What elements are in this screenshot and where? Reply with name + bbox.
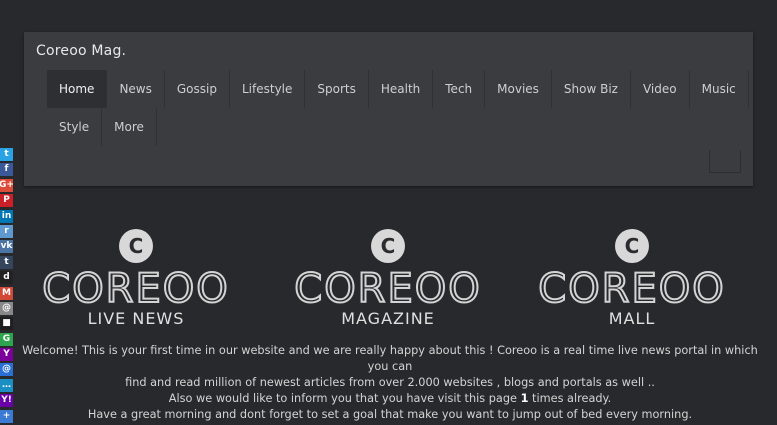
logo-mark: C	[128, 234, 144, 258]
linkedin-icon[interactable]: in	[0, 209, 13, 223]
logo-sub: MALL	[608, 309, 656, 328]
nav-item-show-biz[interactable]: Show Biz	[552, 70, 631, 108]
brand-logos: C COREOO LIVE NEWS C COREOO MAGAZINE C C…	[24, 226, 753, 328]
logo-mall[interactable]: C COREOO MALL	[524, 226, 740, 328]
gmail-icon[interactable]: M	[0, 286, 13, 300]
nav-item-style[interactable]: Style	[47, 108, 103, 146]
welcome-line-3: Also we would like to inform you that yo…	[14, 391, 766, 407]
vk-icon[interactable]: vk	[0, 240, 13, 254]
main-nav: Home News Gossip Lifestyle Sports Health Tech M…	[47, 70, 749, 146]
facebook-icon[interactable]: f	[0, 163, 13, 177]
logo-sub: MAGAZINE	[341, 309, 435, 328]
header-panel: Coreoo Mag. Home News Gossip Lifestyle Sport…	[24, 32, 753, 186]
nav-item-music[interactable]: Music	[690, 70, 749, 108]
email-icon[interactable]: @	[0, 301, 13, 315]
welcome-line-3-post: times already.	[532, 392, 612, 405]
logo-word: COREOO	[537, 266, 726, 312]
coreoo-mark-icon: C	[371, 229, 405, 263]
nav-item-gossip[interactable]: Gossip	[165, 70, 230, 108]
delicious-icon[interactable]: ■	[0, 317, 13, 331]
social-share-bar: t f G+ Pin r vk t d M @ ■ G Y @… Y! +	[0, 148, 14, 425]
logo-word: COREOO	[293, 266, 482, 312]
welcome-message: Welcome! This is your first time in our …	[14, 343, 766, 423]
welcome-line-4: Have a great morning and dont forget to …	[87, 408, 693, 421]
share-icon[interactable]: +	[0, 409, 13, 423]
twitter-icon[interactable]: t	[0, 148, 13, 161]
nav-toggle-box[interactable]	[709, 150, 741, 173]
nav-item-more[interactable]: More	[102, 108, 157, 146]
welcome-line-1: Welcome! This is your first time in our …	[22, 344, 758, 373]
logo-mark: C	[380, 234, 396, 258]
chat-icon[interactable]: …	[0, 378, 13, 392]
site-brand[interactable]: Coreoo Mag.	[36, 43, 126, 59]
pinterest-icon[interactable]: P	[0, 194, 13, 208]
welcome-line-3-pre: Also we would like to inform you that yo…	[168, 392, 517, 405]
aol-mail-icon[interactable]: @	[0, 363, 13, 377]
yahoo-mail-icon[interactable]: Y!	[0, 394, 13, 408]
nav-row-2: Style More	[47, 108, 737, 146]
digg-icon[interactable]: d	[0, 271, 13, 285]
nav-item-movies[interactable]: Movies	[485, 70, 552, 108]
visit-count: 1	[520, 392, 529, 405]
coreoo-mark-icon: C	[119, 229, 153, 263]
nav-item-tech[interactable]: Tech	[433, 70, 486, 108]
nav-item-news[interactable]: News	[107, 70, 165, 108]
nav-item-lifestyle[interactable]: Lifestyle	[230, 70, 306, 108]
nav-item-home[interactable]: Home	[47, 70, 108, 108]
nav-item-video[interactable]: Video	[631, 70, 690, 108]
reddit-icon[interactable]: r	[0, 224, 13, 238]
logo-magazine[interactable]: C COREOO MAGAZINE	[280, 226, 496, 328]
google-plus-icon[interactable]: G+	[0, 178, 13, 192]
nav-item-sports[interactable]: Sports	[305, 70, 369, 108]
coreoo-mark-icon: C	[615, 229, 649, 263]
logo-sub: LIVE NEWS	[87, 309, 185, 328]
nav-row-1: Home News Gossip Lifestyle Sports Health Tech M…	[47, 70, 749, 108]
welcome-line-2: find and read million of newest articles…	[125, 376, 655, 389]
logo-word: COREOO	[41, 266, 230, 312]
logo-mark: C	[624, 234, 640, 258]
tumblr-icon[interactable]: t	[0, 255, 13, 269]
nav-item-health[interactable]: Health	[369, 70, 434, 108]
google-icon[interactable]: G	[0, 332, 13, 346]
logo-live-news[interactable]: C COREOO LIVE NEWS	[28, 226, 244, 328]
yahoo-icon[interactable]: Y	[0, 348, 13, 362]
